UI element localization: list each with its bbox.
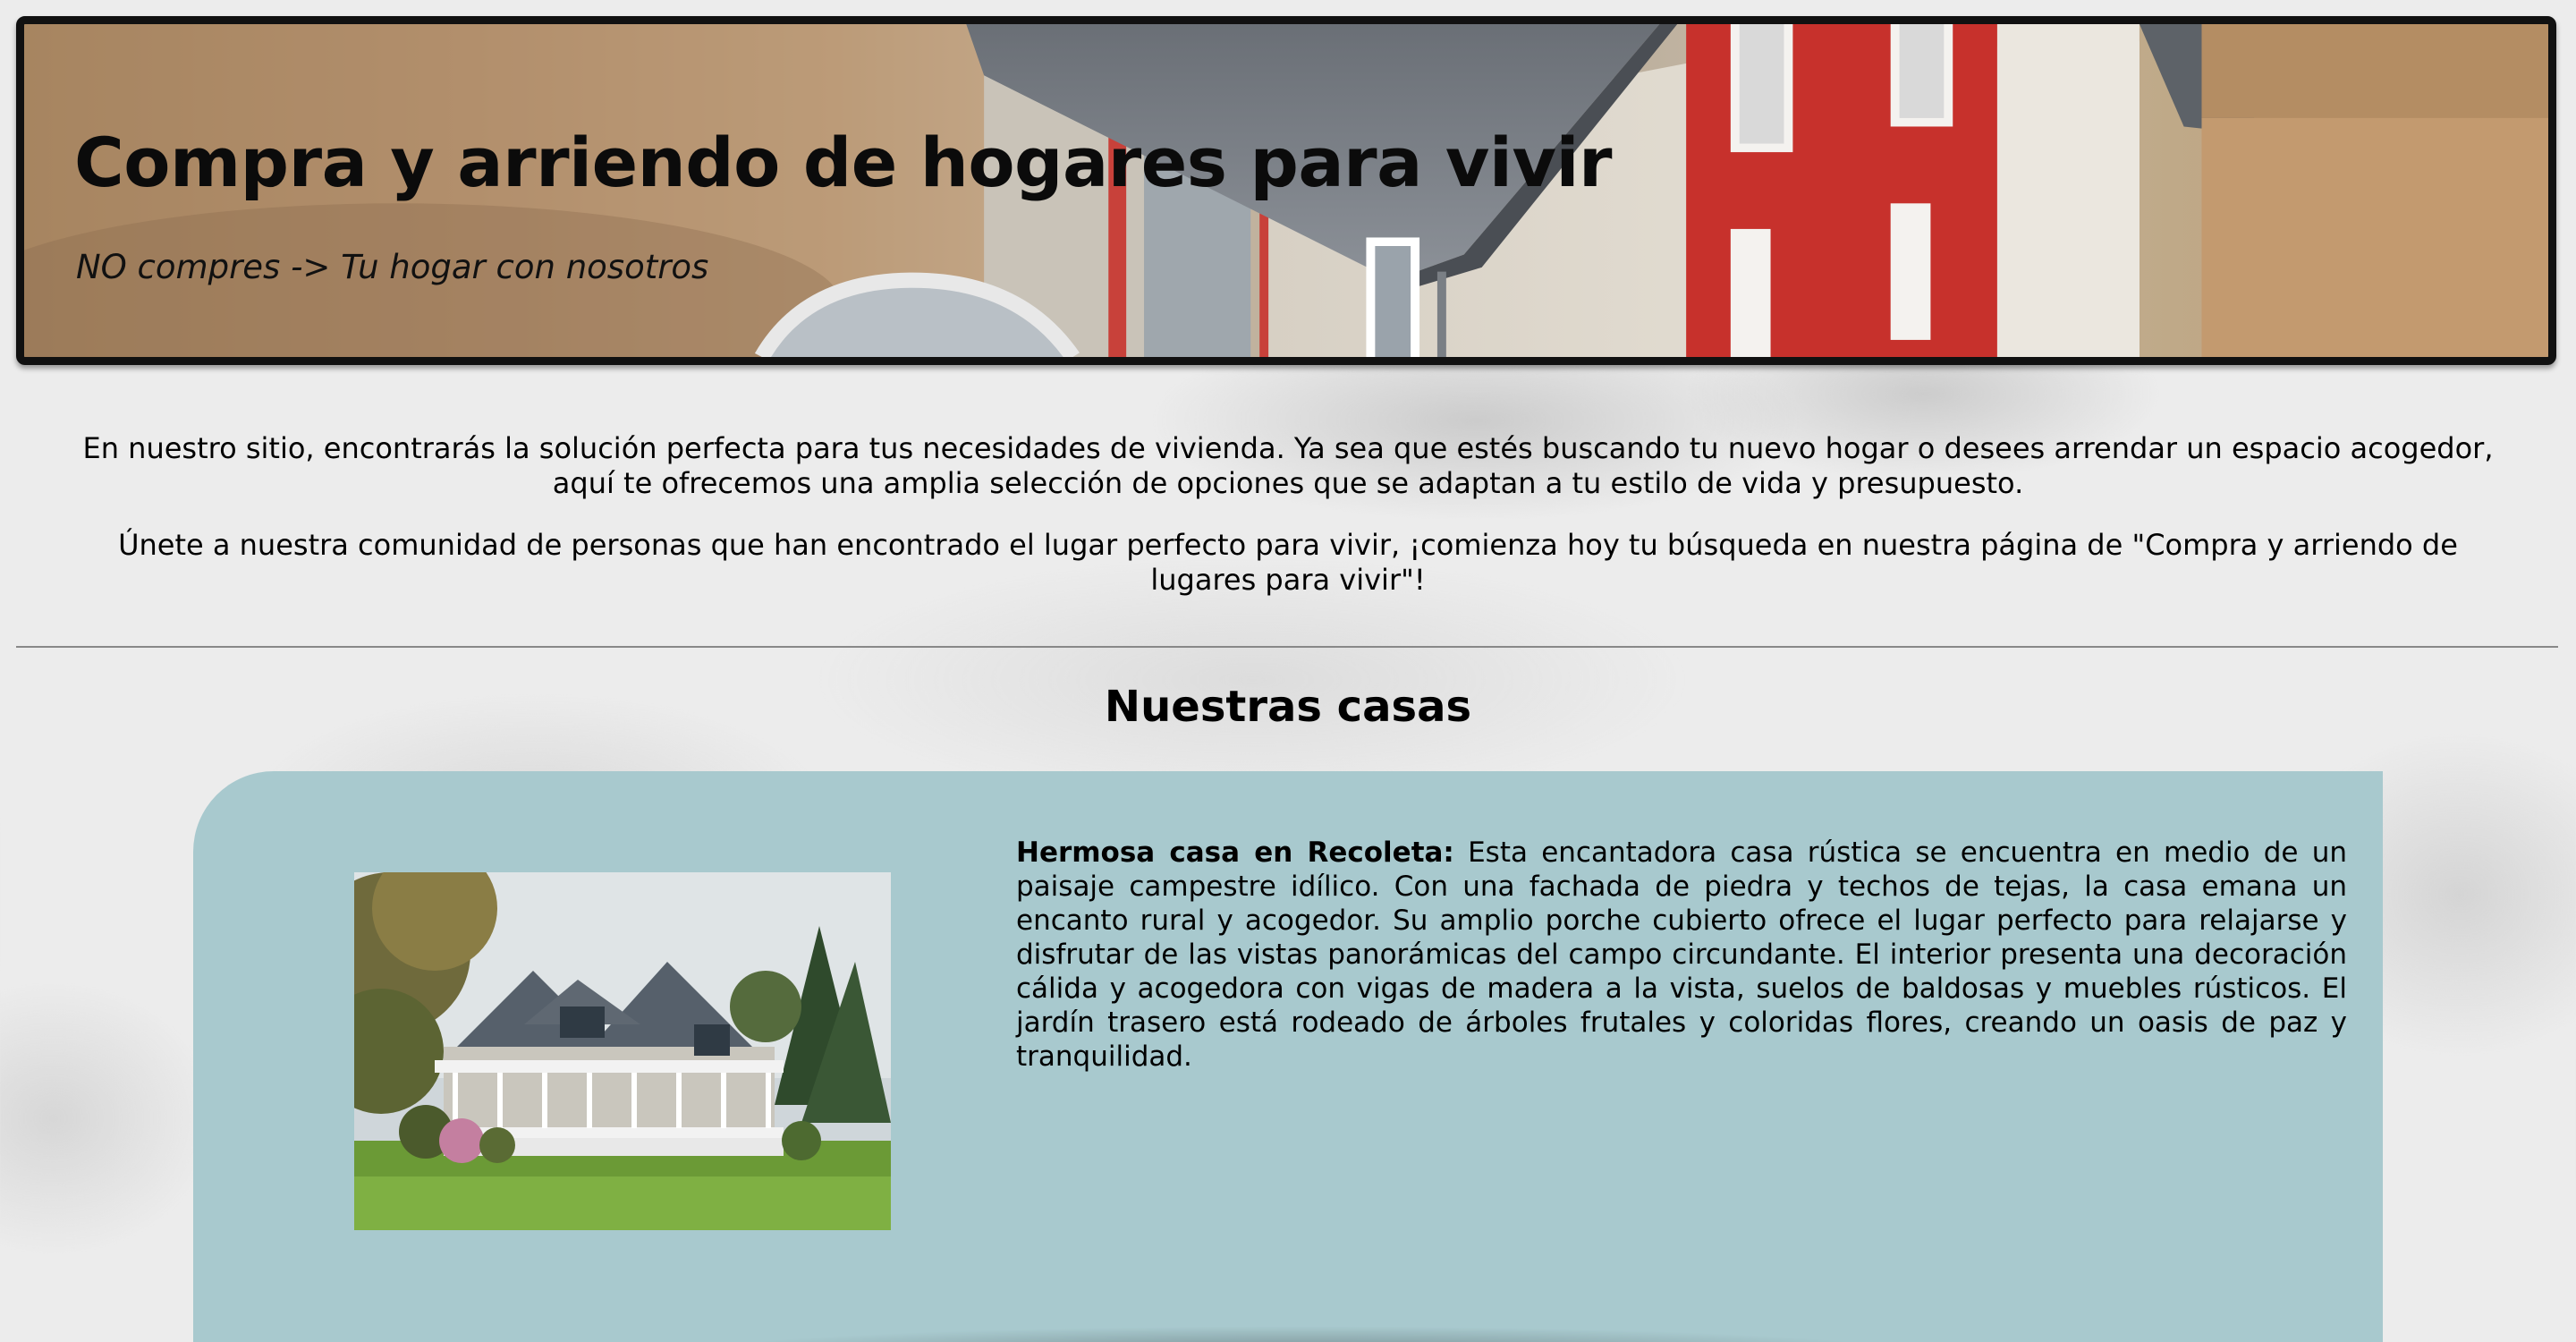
house-description-text: Esta encantadora casa rústica se encuent… <box>1016 837 2348 1073</box>
hero-banner: Compra y arriendo de hogares para vivir … <box>16 16 2556 365</box>
intro-section: En nuestro sitio, encontrarás la solució… <box>80 431 2496 624</box>
intro-paragraph: Únete a nuestra comunidad de personas qu… <box>118 528 2458 597</box>
page-subtitle: NO compres -> Tu hogar con nosotros <box>76 248 709 286</box>
card-shadow <box>694 1326 1911 1342</box>
intro-paragraph: En nuestro sitio, encontrarás la solució… <box>82 431 2494 500</box>
houses-section-title: Nuestras casas <box>1104 682 1472 732</box>
page-title: Compra y arriendo de hogares para vivir <box>74 123 1613 202</box>
house-name: Hermosa casa en Recoleta: <box>1016 837 1454 869</box>
house-card: Hermosa casa en Recoleta: Esta encantado… <box>193 771 2383 1342</box>
section-divider <box>16 646 2558 648</box>
house-description: Hermosa casa en Recoleta: Esta encantado… <box>1016 836 2347 1074</box>
house-photo <box>354 872 891 1230</box>
